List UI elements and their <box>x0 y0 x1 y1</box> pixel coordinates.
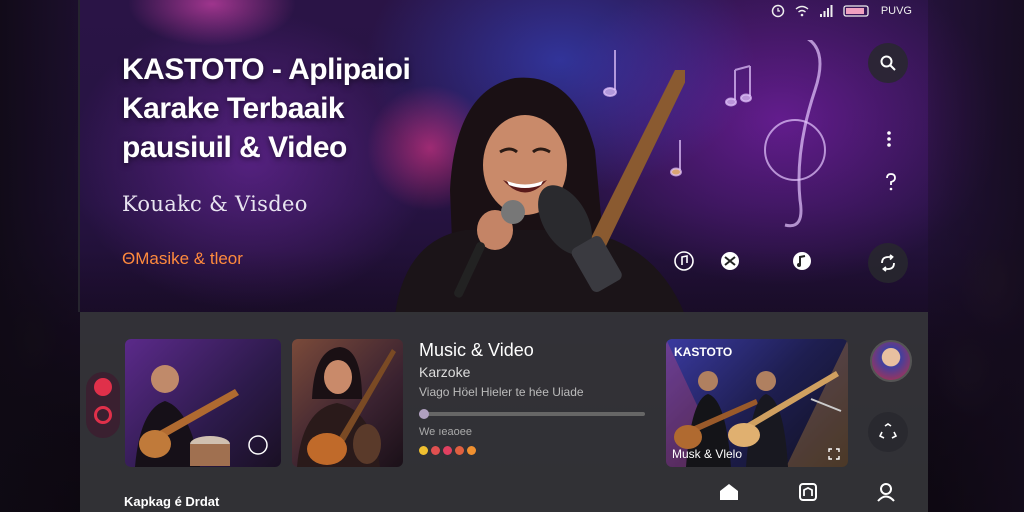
clock-icon <box>771 4 785 18</box>
status-label: PUVG <box>880 5 912 17</box>
hero-title-line-3: pausiuil & Video <box>122 131 347 164</box>
rating-dot <box>419 446 428 455</box>
singer-guitar-image <box>297 347 396 467</box>
featured-meta: We ıeaoee <box>419 426 473 438</box>
recycle-icon <box>879 423 897 439</box>
hero-title-line-2: Karake Terbaaik <box>122 92 345 125</box>
section-title: Kapkag é Drdat <box>124 494 220 509</box>
guitar-player-card[interactable] <box>125 339 281 467</box>
band-card-caption: Musk & Vlelo <box>672 447 743 461</box>
nav-library[interactable] <box>798 482 818 502</box>
record-toggle[interactable] <box>86 372 120 438</box>
status-bar: PUVG <box>771 4 912 18</box>
right-dark-edge <box>928 0 1024 512</box>
recycle-button[interactable] <box>868 412 908 452</box>
left-dark-edge <box>0 0 80 512</box>
hero-title: KASTOTO - Aplipaioi Karake Terbaaik paus… <box>122 50 432 167</box>
progress-bar[interactable] <box>419 412 645 416</box>
expand-icon[interactable] <box>828 448 840 463</box>
rating-dot <box>443 446 452 455</box>
more-vertical-icon[interactable] <box>886 130 892 153</box>
rating-dot <box>455 446 464 455</box>
library-icon <box>799 483 817 501</box>
guitar-player-image <box>135 365 268 467</box>
question-icon[interactable] <box>885 173 897 196</box>
frame-divider <box>78 0 80 312</box>
battery-icon <box>843 5 869 17</box>
avatar[interactable] <box>870 340 912 382</box>
progress-handle[interactable] <box>419 409 429 419</box>
record-ring <box>94 406 112 424</box>
music-notes-decor <box>603 40 826 228</box>
home-icon <box>720 484 738 500</box>
refresh-icon <box>881 254 895 272</box>
hero-tagline: ΘMasike & tleor <box>122 249 243 268</box>
record-indicator <box>94 378 112 396</box>
featured-subtitle: Karzoke <box>419 364 471 380</box>
nav-home[interactable] <box>718 482 740 502</box>
singer-guitar-card[interactable] <box>292 339 403 467</box>
rating-dots <box>419 446 476 455</box>
hero-title-line-1: KASTOTO - Aplipaioi <box>122 53 411 86</box>
search-icon <box>880 55 896 71</box>
signal-icon <box>819 5 833 17</box>
rating-dot <box>467 446 476 455</box>
band-card-title: KASTOTO <box>674 345 733 359</box>
hero-subtitle: Kouakc & Visdeo <box>122 192 308 216</box>
wifi-icon <box>795 5 809 17</box>
featured-description: Viago Höel Hieler te hée Uiade <box>419 385 584 399</box>
rating-dot <box>431 446 440 455</box>
featured-title: Music & Video <box>419 340 534 360</box>
profile-icon <box>877 483 895 502</box>
refresh-button[interactable] <box>868 243 908 283</box>
search-button[interactable] <box>868 43 908 83</box>
nav-profile[interactable] <box>876 482 896 502</box>
